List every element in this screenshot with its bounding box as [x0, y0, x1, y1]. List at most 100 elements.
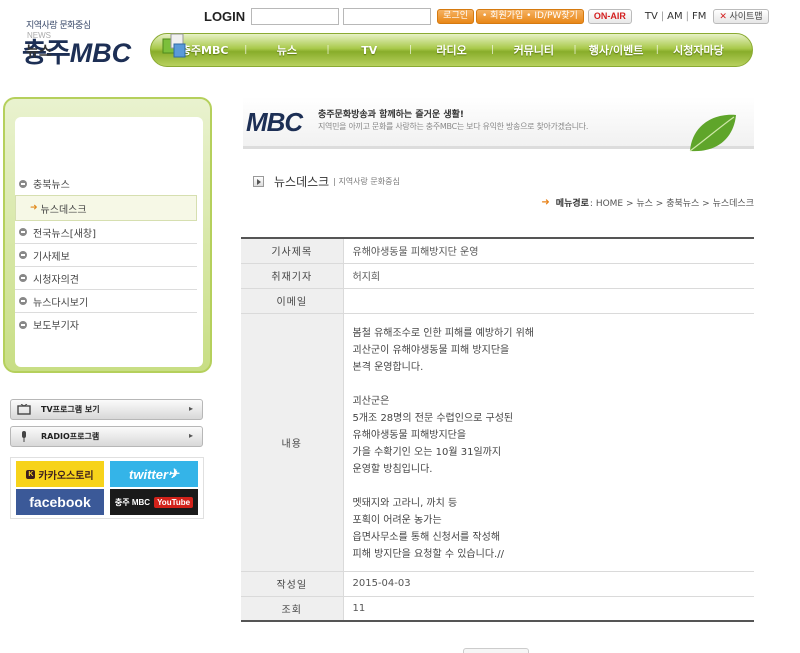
chevron-right-icon: ▸ [188, 404, 193, 413]
label-date: 작성일 [241, 571, 344, 597]
kakaostory-link[interactable]: K 카카오스토리 [16, 461, 104, 487]
article-body-line [353, 478, 755, 495]
sidebar-item-label: 시청자의견 [33, 274, 79, 286]
article-body-line: 피해 방지단을 요청할 수 있습니다.// [352, 548, 504, 560]
join-button[interactable]: • 회원가입 • ID/PW찾기 [476, 8, 584, 24]
article-views: 11 [352, 602, 366, 614]
facebook-label: facebook [29, 494, 91, 510]
microphone-icon [22, 431, 26, 442]
arrow-right-icon: ➜ [30, 203, 38, 213]
article-body-line [353, 376, 755, 393]
article-title: 유해야생동물 피해방지단 운영 [343, 238, 754, 264]
sidebar-item-news-replay[interactable]: 뉴스다시보기 [15, 290, 197, 313]
twitter-link[interactable]: twitter ✈ [110, 461, 198, 487]
article-body-line: 5개조 28명의 전문 수렵인으로 구성된 [352, 412, 514, 424]
tv-link[interactable]: TV [642, 11, 661, 22]
label-content: 내용 [241, 313, 344, 572]
article-body-line: 읍면사무소를 통해 신청서를 작성해 [352, 531, 501, 543]
sidebar-item-label: 기사제보 [33, 251, 70, 263]
sidebar-section-small: NEWS [27, 31, 51, 40]
article-body-line: 운영할 방침입니다. [352, 463, 433, 475]
article-body-line: 가을 수확기인 오는 10월 31일까지 [352, 446, 502, 458]
sitemap-icon: ✕ [719, 10, 730, 21]
nav-divider: | [326, 45, 330, 55]
section-banner: MBC 충주문화방송과 함께하는 즐거운 생활! 지역민을 아끼고 문화를 사랑… [243, 97, 754, 152]
sitemap-label: 사이트맵 [729, 10, 763, 21]
article-reporter: 허지희 [343, 263, 754, 289]
sidebar-item-label: 전국뉴스[새창] [33, 228, 97, 240]
nav-radio[interactable]: 라디오 [412, 42, 491, 58]
sidebar-item-tip[interactable]: 기사제보 [15, 244, 197, 267]
youtube-link[interactable]: 충주 MBC YouTube [110, 489, 198, 515]
sidebar-subitem-newsdesk[interactable]: ➜ 뉴스데스크 [15, 195, 197, 221]
fm-link[interactable]: FM [689, 11, 709, 22]
tv-icon [17, 404, 31, 415]
article-content: 봄철 유해조수로 인한 피해를 예방하기 위해괴산군이 유해야생동물 피해 방지… [343, 313, 755, 572]
article-row-email: 이메일 [241, 288, 754, 314]
youtube-prefix: 충주 MBC [114, 497, 151, 507]
bullet-icon [19, 228, 27, 236]
facebook-link[interactable]: facebook [16, 489, 104, 515]
bullet-icon [19, 320, 27, 329]
label-views: 조회 [241, 596, 344, 621]
article-row-date: 작성일 2015-04-03 [241, 571, 754, 597]
am-link[interactable]: AM [664, 11, 685, 22]
page-description: | 지역사랑 문화중심 [333, 177, 400, 186]
article-body-line: 유해야생동물 피해방지단을 [352, 429, 467, 441]
nav-divider: | [244, 45, 248, 55]
breadcrumb: ➜ 메뉴경로 : HOME > 뉴스 > 충북뉴스 > 뉴스데스크 [541, 196, 754, 209]
nav-tv[interactable]: TV [330, 44, 409, 57]
sitemap-button[interactable]: ✕ 사이트맵 [713, 8, 769, 24]
arrow-right-icon: ➜ [541, 197, 550, 208]
sidebar-item-label: 충북뉴스 [33, 180, 70, 191]
play-box-icon [253, 176, 264, 187]
login-label: LOGIN [204, 8, 246, 24]
article-body: 봄철 유해조수로 인한 피해를 예방하기 위해괴산군이 유해야생동물 피해 방지… [353, 314, 755, 571]
article-row-reporter: 취재기자 허지희 [241, 263, 754, 289]
article-body-line: 괴산군이 유해야생동물 피해 방지단을 [352, 344, 510, 356]
nav-divider: | [655, 45, 659, 55]
article-body-line: 괴산군은 [352, 395, 390, 407]
article-date: 2015-04-03 [343, 571, 754, 597]
article-body-line: 봄철 유해조수로 인한 피해를 예방하기 위해 [352, 327, 535, 339]
sidebar-menu: 충북뉴스 ➜ 뉴스데스크 전국뉴스[새창] 기사제보 시청자의견 뉴스다시보기 보… [15, 172, 197, 336]
news-cubes-icon [162, 33, 186, 58]
login-bar: LOGIN 로그인 • 회원가입 • ID/PW찾기 ON-AIR TV | AM… [204, 7, 769, 25]
bullet-icon [19, 251, 27, 259]
breadcrumb-label: 메뉴경로 [555, 199, 589, 209]
article-row-title: 기사제목 유해야생동물 피해방지단 운영 [241, 238, 754, 264]
login-password-input[interactable] [343, 7, 432, 25]
kakao-icon: K [26, 469, 36, 479]
sidebar-item-reporters[interactable]: 보도부기자 [15, 313, 197, 336]
banner-subtitle: 지역민을 아끼고 문화를 사랑하는 충주MBC는 보다 유익한 방송으로 찾아가… [318, 122, 589, 131]
sidebar-section-title: 뉴스 [26, 44, 52, 60]
sns-links: K 카카오스토리 twitter ✈ facebook 충주 MBC YouTube [10, 457, 204, 519]
bullet-icon [19, 179, 27, 188]
login-id-input[interactable] [251, 7, 340, 25]
article-body-line: 포획이 어려운 농가는 [352, 514, 442, 526]
bullet-icon [19, 274, 27, 282]
banner-logo: MBC [246, 107, 303, 137]
article-email [343, 288, 754, 314]
onair-button[interactable]: ON-AIR [587, 8, 632, 24]
radio-program-label: RADIO프로그램 [41, 432, 100, 441]
sidebar-item-viewer-opinion[interactable]: 시청자의견 [15, 267, 197, 290]
article-row-content: 내용 봄철 유해조수로 인한 피해를 예방하기 위해괴산군이 유해야생동물 피해… [241, 313, 755, 572]
sidebar-item-chungbuk-news[interactable]: 충북뉴스 [15, 172, 197, 195]
nav-community[interactable]: 커뮤니티 [494, 42, 573, 58]
login-button[interactable]: 로그인 [437, 8, 475, 24]
radio-program-button[interactable]: RADIO프로그램 ▸ [10, 426, 203, 447]
list-button[interactable] [463, 648, 529, 653]
sidebar-item-label: 뉴스다시보기 [33, 297, 89, 309]
main-nav: 충주MBC | 뉴스 | TV | 라디오 | 커뮤니티 | 행사/이벤트 | 시청자마당 [150, 33, 753, 67]
label-title: 기사제목 [241, 238, 344, 264]
nav-news[interactable]: 뉴스 [247, 42, 326, 58]
bullet-icon [19, 297, 27, 305]
nav-viewers[interactable]: 시청자마당 [659, 42, 738, 58]
nav-divider: | [491, 45, 495, 55]
tv-program-button[interactable]: TV프로그램 보기 ▸ [10, 399, 203, 420]
banner-title: 충주문화방송과 함께하는 즐거운 생활! [318, 110, 464, 120]
nav-events[interactable]: 행사/이벤트 [576, 42, 655, 58]
sidebar-item-national-news[interactable]: 전국뉴스[새창] [15, 221, 197, 244]
label-email: 이메일 [241, 288, 344, 314]
